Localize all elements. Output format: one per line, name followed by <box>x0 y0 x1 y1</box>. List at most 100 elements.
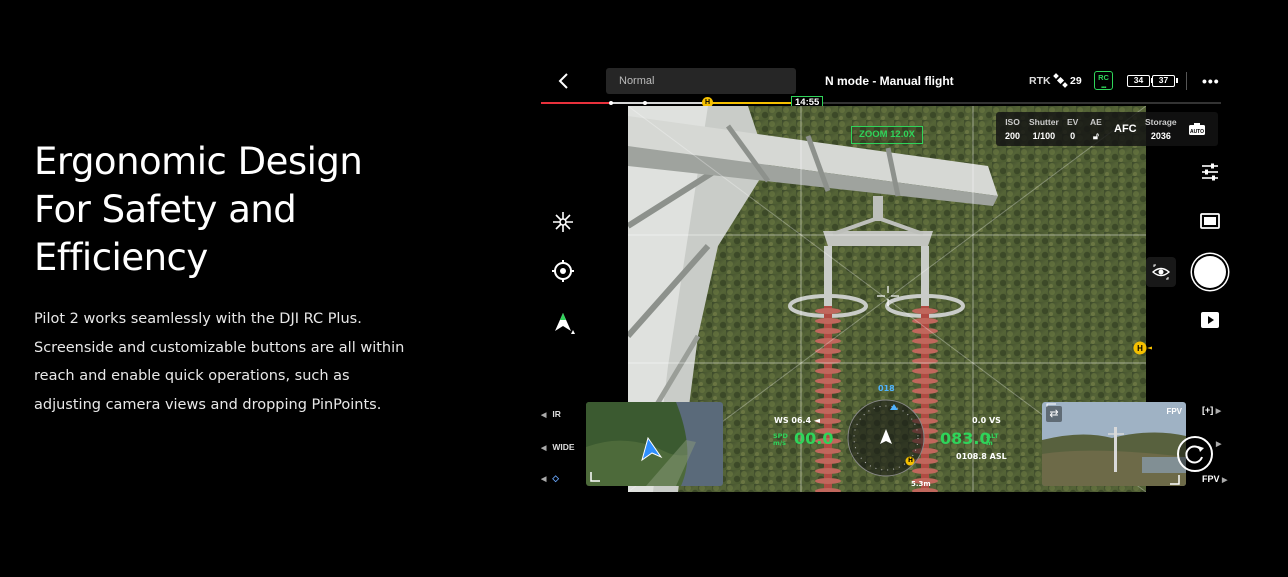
zoom-box-label: [+] <box>1202 405 1214 415</box>
divider <box>1186 72 1187 90</box>
ev-param: EV 0 <box>1067 117 1078 141</box>
flight-mode-label[interactable]: N mode - Manual flight <box>825 74 954 88</box>
iso-param: ISO 200 <box>1005 117 1020 141</box>
insulator-disc <box>912 338 938 344</box>
insulator-disc <box>912 328 938 334</box>
rc-label: RC <box>1098 73 1109 82</box>
home-point-icon: H <box>908 457 914 464</box>
insulator-disc <box>815 388 841 394</box>
top-status-bar: Normal N mode - Manual flight RTK 29 RC ▪… <box>541 62 1232 100</box>
rc-signal-bars-icon: ▪▪▪ <box>1101 85 1106 91</box>
wind-speed-value: WS 06.4 <box>774 416 812 425</box>
focus-mode[interactable]: AFC <box>1114 123 1137 135</box>
home-point-marker-icon: H <box>1133 341 1152 355</box>
ae-param: AE 🔓︎ <box>1090 117 1102 142</box>
insulator-disc <box>912 308 938 314</box>
insulator-disc <box>815 368 841 374</box>
speed-label: SPD m/s <box>773 433 788 447</box>
svg-text:AUTO: AUTO <box>1190 129 1204 135</box>
settings-sliders-icon[interactable] <box>1199 161 1221 183</box>
svg-text:H: H <box>1137 344 1143 353</box>
timeline-rth-segment <box>706 102 791 104</box>
gimbal-direction-icon[interactable] <box>551 310 575 334</box>
shutter-button[interactable] <box>1194 256 1226 288</box>
rtk-status[interactable]: RTK <box>1029 75 1051 87</box>
caret-right-icon: ▶ <box>1215 408 1222 415</box>
hero-title-line-3: Efficiency <box>34 236 208 279</box>
insulator-disc <box>912 348 938 354</box>
camera-settings-icon[interactable]: AUTO <box>1188 122 1206 136</box>
mini-map[interactable] <box>586 402 723 486</box>
speed-unit: m/s <box>773 439 787 447</box>
home-distance: 5.3m <box>911 480 931 488</box>
mini-map-image <box>586 402 723 486</box>
timeline-low-segment <box>541 102 611 104</box>
insulator-disc <box>912 378 938 384</box>
heading-value: 018 <box>878 384 895 393</box>
insulator-disc <box>815 448 841 454</box>
wind-speed: WS 06.4 ◄ <box>774 416 820 425</box>
insulator-disc <box>912 368 938 374</box>
fpv-pip-image <box>1042 402 1186 486</box>
smart-track-button[interactable] <box>1146 257 1176 287</box>
attitude-compass[interactable] <box>846 398 926 478</box>
laser-rangefinder-icon[interactable] <box>551 210 575 234</box>
horizontal-speed: 00.0 <box>794 429 834 448</box>
camera-mode-selector[interactable]: Normal <box>606 68 796 94</box>
fpv-lens-label: FPV <box>1202 474 1220 484</box>
storage-param: Storage 2036 <box>1145 117 1177 141</box>
zoom-level-indicator[interactable]: ZOOM 12.0X <box>851 126 923 144</box>
storage-value: 2036 <box>1150 131 1171 141</box>
insulator-disc <box>815 458 841 464</box>
insulator-disc <box>912 388 938 394</box>
photo-mode-icon[interactable] <box>1199 210 1221 232</box>
rc-battery-icon[interactable]: 37 <box>1152 75 1178 87</box>
insulator-disc <box>815 378 841 384</box>
altitude-unit: m <box>986 439 993 447</box>
insulator-disc <box>815 468 841 474</box>
fpv-pip-view[interactable]: ⇄ FPV <box>1042 402 1186 486</box>
lens-extra-button[interactable]: ◀ ◇ <box>541 473 559 484</box>
iso-value: 200 <box>1005 131 1021 141</box>
altitude-asl: 0108.8 ASL <box>956 452 1007 461</box>
rotate-icon <box>1185 445 1204 464</box>
fpv-lens-button[interactable]: FPV ▶ <box>1202 474 1227 484</box>
timeline-remaining-segment <box>791 102 1221 104</box>
caret-right-icon: ▶ <box>1216 441 1222 448</box>
insulator-disc <box>815 348 841 354</box>
ae-label: AE <box>1090 117 1102 127</box>
camera-switch-button[interactable] <box>1177 436 1213 472</box>
back-arrow-icon[interactable] <box>555 71 573 91</box>
iso-label: ISO <box>1005 117 1020 127</box>
rc-signal-badge[interactable]: RC ▪▪▪ <box>1094 71 1113 91</box>
hero-title-line-2: For Safety and <box>34 188 297 231</box>
pilot2-app-window: Normal N mode - Manual flight RTK 29 RC ▪… <box>541 62 1232 492</box>
ev-value: 0 <box>1070 131 1076 141</box>
insulator-disc <box>815 478 841 484</box>
pinpoint-target-icon[interactable] <box>551 259 575 283</box>
satellite-icon <box>1053 73 1068 88</box>
insulator-disc <box>815 408 841 414</box>
zoom-box-button[interactable]: [+] ▶ <box>1202 405 1221 415</box>
caret-left-icon: ◀ <box>541 445 547 452</box>
lens-ir-button[interactable]: ◀ IR <box>541 409 561 419</box>
insulator-disc <box>815 398 841 404</box>
insulator-disc <box>815 308 841 314</box>
insulator-disc <box>815 318 841 324</box>
pip-label: FPV <box>1166 407 1182 416</box>
lens-wide-button[interactable]: ◀ WIDE <box>541 442 575 452</box>
altitude-value: 083.0 <box>940 429 991 448</box>
playback-icon[interactable] <box>1199 309 1221 331</box>
more-menu-button[interactable]: ••• <box>1202 73 1220 89</box>
timeline-marker <box>643 101 647 105</box>
hero-title-line-1: Ergonomic Design <box>34 140 363 183</box>
storage-label: Storage <box>1145 117 1177 127</box>
lens-ir-label: IR <box>552 409 561 419</box>
ae-lock-icon[interactable]: 🔓︎ <box>1090 131 1102 142</box>
hero-description: Pilot 2 works seamlessly with the DJI RC… <box>34 311 405 413</box>
aircraft-battery-icon[interactable]: 34 <box>1127 75 1153 87</box>
camera-parameters-panel[interactable]: ISO 200 Shutter 1/100 EV 0 AE 🔓︎ AFC Storage… <box>996 112 1218 146</box>
swap-view-icon[interactable]: ⇄ <box>1046 406 1062 422</box>
altitude-label: ALT m <box>986 433 999 447</box>
timeline-marker <box>609 101 613 105</box>
